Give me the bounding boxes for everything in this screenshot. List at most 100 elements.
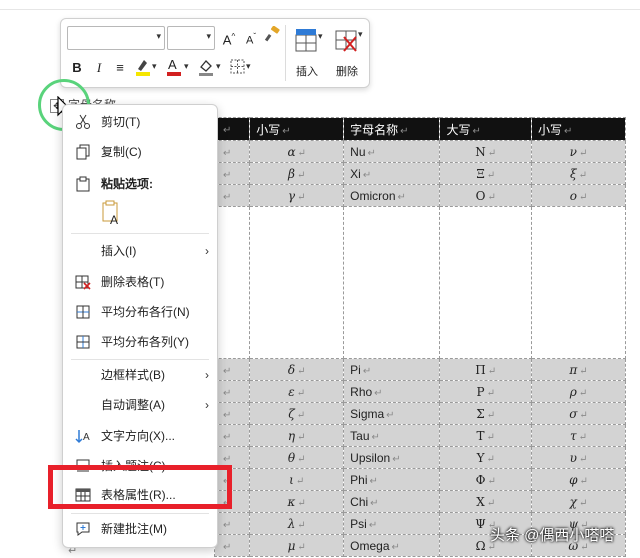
table-cell[interactable]: ζ xyxy=(250,403,344,425)
table-cell[interactable]: ν xyxy=(532,141,626,163)
table-cell[interactable]: Xi xyxy=(344,163,440,185)
menu-item-copy[interactable]: 复制(C) xyxy=(63,139,217,165)
bold-button[interactable]: B xyxy=(69,57,85,79)
table-cell[interactable]: β xyxy=(250,163,344,185)
table-header-cell[interactable]: 字母名称 xyxy=(344,118,440,141)
table-cell[interactable]: Φ xyxy=(440,469,532,491)
table-cell[interactable]: Ρ xyxy=(440,381,532,403)
font-name-combo[interactable]: ▾ xyxy=(67,26,165,50)
table-cell[interactable]: ε xyxy=(250,381,344,403)
table-cell[interactable]: δ xyxy=(250,359,344,381)
borders-button[interactable]: ▾ xyxy=(229,57,253,79)
insert-button[interactable]: ▾ 插入 xyxy=(287,25,327,81)
highlight-box xyxy=(48,465,232,509)
table-cell[interactable]: γ xyxy=(250,185,344,207)
table-cell[interactable] xyxy=(215,381,250,403)
table-cell[interactable]: Upsilon xyxy=(344,447,440,469)
table-cell[interactable]: Ν xyxy=(440,141,532,163)
table-cell[interactable]: Χ xyxy=(440,491,532,513)
table-cell[interactable]: μ xyxy=(250,535,344,557)
table-cell[interactable]: ο xyxy=(532,185,626,207)
table-cell[interactable] xyxy=(215,425,250,447)
table-cell[interactable]: σ xyxy=(532,403,626,425)
italic-button[interactable]: I xyxy=(91,57,107,79)
menu-item-autofit[interactable]: 自动调整(A) › xyxy=(63,392,217,418)
chevron-down-icon[interactable]: ▾ xyxy=(206,31,211,42)
menu-item-text-direction[interactable]: A 文字方向(X)... xyxy=(63,423,217,449)
table-header-cell[interactable]: 小写 xyxy=(532,118,626,141)
table-cell[interactable] xyxy=(344,207,440,359)
table-row: κ Chi Χ χ xyxy=(215,491,626,513)
table-cell[interactable] xyxy=(440,207,532,359)
watermark: 头条 @偶西小嗒嗒 xyxy=(490,524,614,545)
table-cell[interactable]: Τ xyxy=(440,425,532,447)
table-cell[interactable]: Sigma xyxy=(344,403,440,425)
menu-item-insert[interactable]: 插入(I) › xyxy=(63,238,217,264)
menu-item-border-styles[interactable]: 边框样式(B) › xyxy=(63,362,217,388)
table-cell[interactable]: ρ xyxy=(532,381,626,403)
table-header-cell[interactable]: 大写 xyxy=(440,118,532,141)
delete-button[interactable]: ▾ 删除 xyxy=(327,25,367,81)
menu-item-delete-table[interactable]: 删除表格(T) xyxy=(63,269,217,295)
table-cell[interactable]: Rho xyxy=(344,381,440,403)
shading-button[interactable]: ▾ xyxy=(197,57,223,79)
highlight-icon: ▾ xyxy=(134,57,158,77)
greek-alphabet-table[interactable]: 小写 字母名称 大写 小写 α Nu Ν ν β Xi Ξ ξ γ Omicro… xyxy=(214,117,626,557)
table-cell[interactable] xyxy=(215,513,250,535)
table-cell[interactable] xyxy=(215,359,250,381)
menu-item-distribute-rows[interactable]: 平均分布各行(N) xyxy=(63,299,217,325)
table-cell[interactable]: ξ xyxy=(532,163,626,185)
table-cell[interactable]: Ο xyxy=(440,185,532,207)
table-cell[interactable] xyxy=(215,163,250,185)
table-cell[interactable]: Pi xyxy=(344,359,440,381)
table-cell[interactable]: φ xyxy=(532,469,626,491)
table-cell[interactable]: Omicron xyxy=(344,185,440,207)
grow-font-button[interactable]: A^ xyxy=(219,26,239,48)
table-cell[interactable]: η xyxy=(250,425,344,447)
scissors-icon xyxy=(75,114,91,130)
table-header-cell[interactable]: 小写 xyxy=(250,118,344,141)
table-cell[interactable]: Nu xyxy=(344,141,440,163)
table-cell[interactable]: Omega xyxy=(344,535,440,557)
table-cell[interactable]: π xyxy=(532,359,626,381)
table-cell[interactable] xyxy=(215,207,250,359)
shrink-font-button[interactable]: Aˇ xyxy=(241,26,261,48)
menu-item-distribute-columns[interactable]: 平均分布各列(Y) xyxy=(63,329,217,355)
table-cell[interactable]: τ xyxy=(532,425,626,447)
table-cell[interactable]: Ξ xyxy=(440,163,532,185)
table-row: ε Rho Ρ ρ xyxy=(215,381,626,403)
table-cell[interactable]: χ xyxy=(532,491,626,513)
table-row: ι Phi Φ φ xyxy=(215,469,626,491)
table-cell[interactable]: Υ xyxy=(440,447,532,469)
table-cell[interactable] xyxy=(532,207,626,359)
table-cell[interactable] xyxy=(250,207,344,359)
table-header-cell[interactable] xyxy=(215,118,250,141)
table-cell[interactable] xyxy=(215,535,250,557)
highlight-button[interactable]: ▾ xyxy=(133,57,159,79)
table-cell[interactable]: Π xyxy=(440,359,532,381)
paste-keep-text-icon[interactable]: A xyxy=(101,200,123,226)
table-cell[interactable]: Tau xyxy=(344,425,440,447)
menu-item-cut[interactable]: 剪切(T) xyxy=(63,109,217,135)
table-cell[interactable]: Chi xyxy=(344,491,440,513)
table-cell[interactable]: κ xyxy=(250,491,344,513)
menu-item-new-comment[interactable]: 新建批注(M) xyxy=(63,516,217,542)
menu-item-label: 剪切(T) xyxy=(101,109,140,135)
table-cell[interactable]: υ xyxy=(532,447,626,469)
table-cell[interactable]: Phi xyxy=(344,469,440,491)
table-cell[interactable]: λ xyxy=(250,513,344,535)
table-cell[interactable]: ι xyxy=(250,469,344,491)
table-cell[interactable]: θ xyxy=(250,447,344,469)
table-row: ζ Sigma Σ σ xyxy=(215,403,626,425)
align-button[interactable]: ≡ xyxy=(111,57,129,79)
table-cell[interactable] xyxy=(215,185,250,207)
table-cell[interactable]: Σ xyxy=(440,403,532,425)
chevron-down-icon[interactable]: ▾ xyxy=(156,31,161,42)
table-cell[interactable] xyxy=(215,141,250,163)
table-cell[interactable]: α xyxy=(250,141,344,163)
table-cell[interactable]: Psi xyxy=(344,513,440,535)
table-cell[interactable] xyxy=(215,403,250,425)
font-color-button[interactable]: A▾ xyxy=(165,57,191,79)
font-size-combo[interactable]: ▾ xyxy=(167,26,215,50)
format-painter-button[interactable] xyxy=(263,26,281,48)
